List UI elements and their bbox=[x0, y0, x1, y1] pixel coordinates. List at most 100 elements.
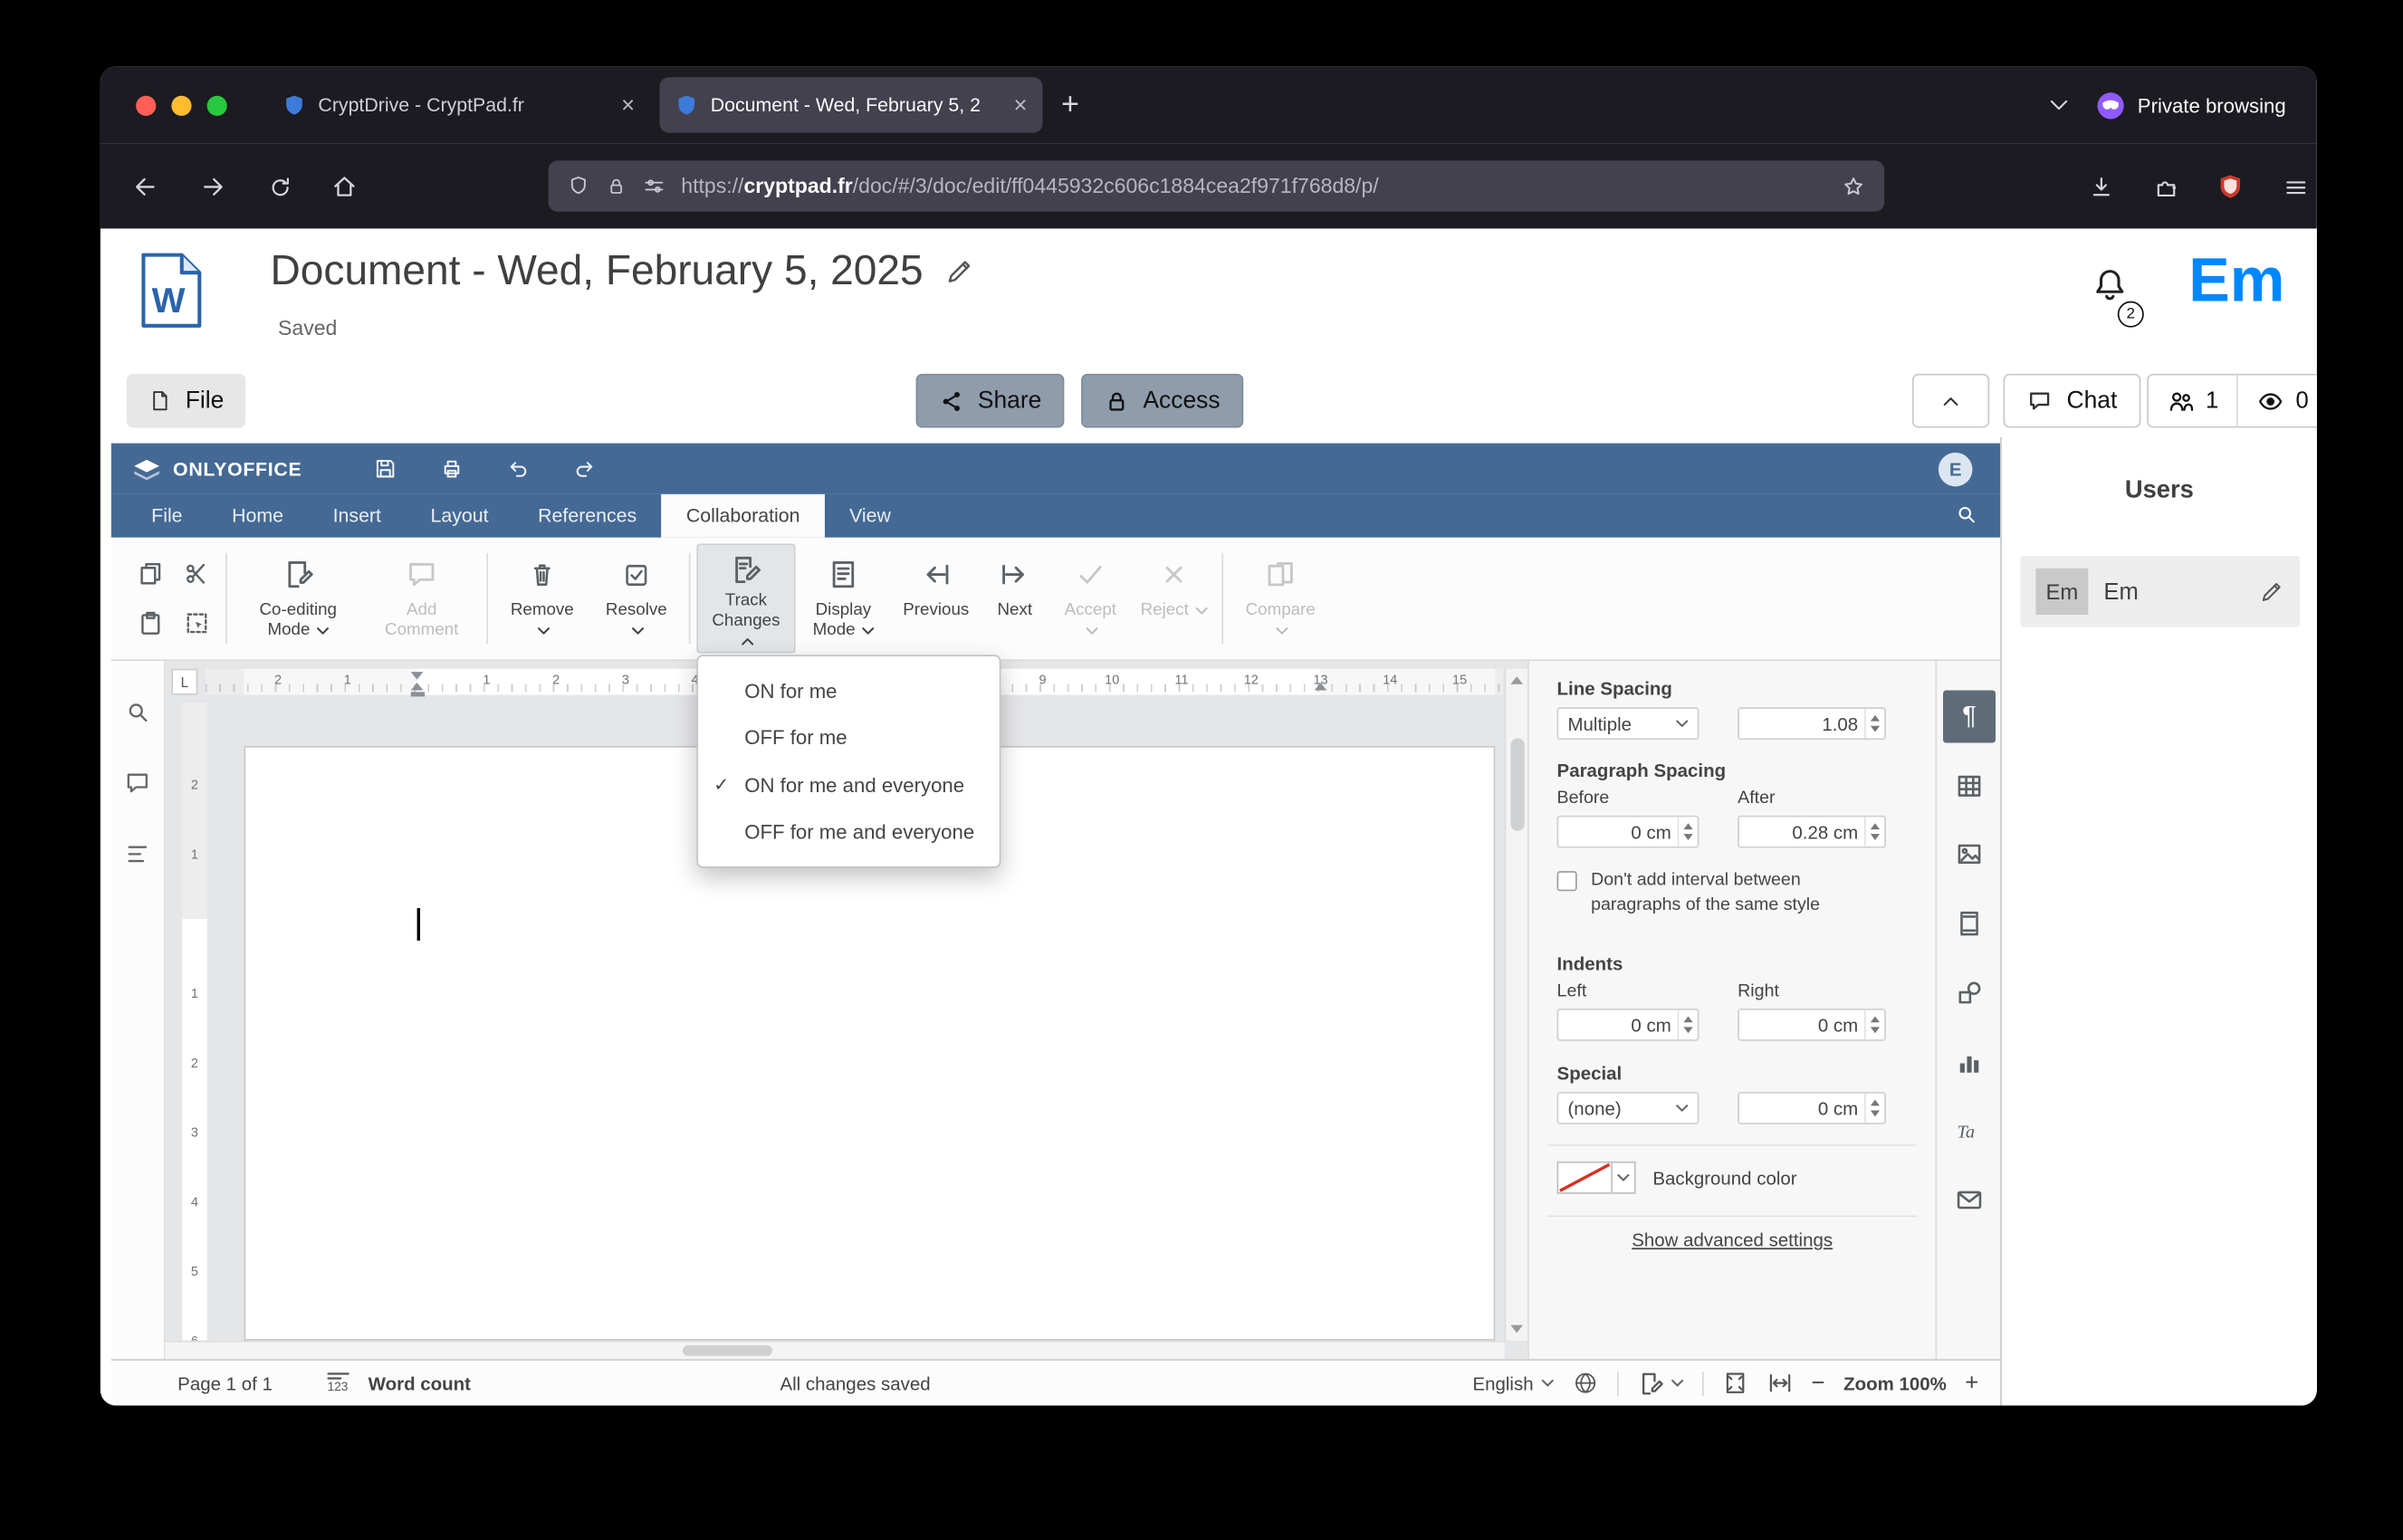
downloads-button[interactable] bbox=[2077, 164, 2123, 210]
tab-file[interactable]: File bbox=[127, 494, 207, 538]
tab-view[interactable]: View bbox=[825, 494, 915, 538]
spinner-arrows[interactable] bbox=[1864, 1009, 1884, 1040]
menu-button[interactable] bbox=[2272, 164, 2316, 210]
menu-item-off-for-me[interactable]: ✓ OFF for me bbox=[698, 714, 1000, 761]
table-settings-icon[interactable] bbox=[1943, 760, 1996, 812]
menu-item-on-for-everyone[interactable]: ✓ ON for me and everyone bbox=[698, 761, 1000, 808]
forward-button[interactable] bbox=[190, 164, 236, 210]
page-indicator[interactable]: Page 1 of 1 bbox=[177, 1373, 273, 1394]
tracking-shield-icon[interactable] bbox=[567, 175, 590, 198]
mail-merge-settings-icon[interactable] bbox=[1943, 1173, 1996, 1226]
tab-insert[interactable]: Insert bbox=[308, 494, 406, 538]
chat-button[interactable]: Chat bbox=[2003, 373, 2140, 428]
zoom-in-button[interactable]: + bbox=[1965, 1372, 1978, 1395]
comments-icon[interactable] bbox=[123, 770, 151, 798]
no-interval-checkbox[interactable] bbox=[1556, 871, 1577, 892]
spacing-after-spinner[interactable]: 0.28 cm bbox=[1738, 815, 1886, 848]
vertical-scrollbar[interactable] bbox=[1504, 668, 1528, 1341]
spinner-arrows[interactable] bbox=[1864, 817, 1884, 847]
paragraph-settings-icon[interactable]: ¶ bbox=[1943, 690, 1996, 743]
close-tab-icon[interactable]: × bbox=[621, 93, 635, 117]
document-title[interactable]: Document - Wed, February 5, 2025 bbox=[271, 247, 924, 295]
shape-settings-icon[interactable] bbox=[1943, 967, 1996, 1019]
bookmark-star-icon[interactable] bbox=[1841, 174, 1865, 198]
word-count-label[interactable]: Word count bbox=[369, 1373, 471, 1394]
tab-cryptdrive[interactable]: CryptDrive - CryptPad.fr × bbox=[267, 77, 650, 132]
compare-button[interactable]: Compare bbox=[1230, 543, 1332, 653]
cut-button[interactable] bbox=[181, 560, 210, 588]
print-button[interactable] bbox=[439, 455, 465, 482]
ublock-origin-button[interactable] bbox=[2207, 164, 2254, 210]
vertical-scroll-thumb[interactable] bbox=[1510, 738, 1525, 831]
spacing-before-spinner[interactable]: 0 cm bbox=[1556, 815, 1699, 848]
first-line-indent-marker[interactable] bbox=[410, 672, 424, 680]
scroll-down-arrow[interactable] bbox=[1510, 1325, 1524, 1334]
vertical-ruler[interactable]: 21123456 bbox=[182, 703, 207, 1348]
copy-button[interactable] bbox=[135, 560, 164, 588]
new-tab-button[interactable]: + bbox=[1061, 90, 1079, 120]
spinner-arrows[interactable] bbox=[1677, 1009, 1698, 1040]
line-spacing-spinner[interactable]: 1.08 bbox=[1738, 707, 1886, 741]
background-color-swatch[interactable] bbox=[1556, 1161, 1613, 1194]
permissions-icon[interactable] bbox=[643, 175, 666, 198]
line-spacing-select[interactable]: Multiple bbox=[1556, 707, 1699, 741]
paste-button[interactable] bbox=[135, 608, 164, 637]
zoom-window-button[interactable] bbox=[206, 94, 227, 116]
share-button[interactable]: Share bbox=[915, 373, 1066, 428]
list-all-tabs-icon[interactable] bbox=[2046, 92, 2071, 117]
chart-settings-icon[interactable] bbox=[1943, 1037, 1996, 1089]
navigation-headings-icon[interactable] bbox=[123, 840, 151, 868]
accept-button[interactable]: Accept bbox=[1048, 543, 1132, 653]
edit-name-pencil-icon[interactable] bbox=[2260, 579, 2284, 604]
fit-page-button[interactable] bbox=[1722, 1370, 1748, 1396]
tab-stop-selector[interactable]: L bbox=[171, 668, 198, 695]
tab-references[interactable]: References bbox=[513, 494, 662, 538]
tab-layout[interactable]: Layout bbox=[406, 494, 513, 538]
right-indent-marker[interactable] bbox=[1314, 683, 1327, 691]
spinner-arrows[interactable] bbox=[1864, 1093, 1884, 1124]
next-change-button[interactable]: Next bbox=[981, 543, 1048, 653]
notifications-bell-icon[interactable] bbox=[2090, 265, 2130, 305]
file-button[interactable]: File bbox=[126, 373, 246, 428]
menu-item-off-for-everyone[interactable]: ✓ OFF for me and everyone bbox=[698, 808, 1000, 856]
horizontal-scroll-thumb[interactable] bbox=[683, 1344, 772, 1356]
back-button[interactable] bbox=[122, 164, 168, 210]
remove-button[interactable]: Remove bbox=[494, 543, 590, 653]
left-indent-marker[interactable] bbox=[410, 692, 426, 697]
resolve-button[interactable]: Resolve bbox=[590, 543, 683, 653]
url-text[interactable]: https://cryptpad.fr/doc/#/3/doc/edit/ff0… bbox=[681, 175, 1825, 198]
redo-button[interactable] bbox=[572, 455, 598, 482]
display-mode-button[interactable]: Display Mode bbox=[796, 543, 892, 653]
hanging-indent-marker[interactable] bbox=[410, 683, 424, 691]
rename-pencil-icon[interactable] bbox=[945, 256, 974, 285]
url-bar[interactable]: https://cryptpad.fr/doc/#/3/doc/edit/ff0… bbox=[548, 160, 1885, 212]
close-tab-icon[interactable]: × bbox=[1013, 93, 1027, 117]
spellcheck-globe-icon[interactable] bbox=[1572, 1370, 1598, 1396]
extensions-button[interactable] bbox=[2142, 164, 2188, 210]
find-icon[interactable] bbox=[123, 698, 151, 726]
zoom-out-button[interactable]: − bbox=[1812, 1372, 1825, 1395]
track-changes-status-toggle[interactable] bbox=[1637, 1369, 1683, 1397]
special-indent-select[interactable]: (none) bbox=[1556, 1092, 1699, 1124]
reject-button[interactable]: Reject bbox=[1132, 543, 1215, 653]
previous-change-button[interactable]: Previous bbox=[891, 543, 981, 653]
editors-counter[interactable]: 1 bbox=[2149, 376, 2237, 426]
spinner-arrows[interactable] bbox=[1864, 709, 1884, 739]
save-button[interactable] bbox=[373, 455, 399, 482]
fit-width-button[interactable] bbox=[1766, 1370, 1793, 1396]
select-all-button[interactable] bbox=[181, 608, 210, 637]
indent-right-spinner[interactable]: 0 cm bbox=[1738, 1008, 1886, 1041]
header-footer-settings-icon[interactable] bbox=[1943, 897, 1996, 950]
search-icon[interactable] bbox=[1954, 502, 1978, 526]
background-color-dropdown[interactable] bbox=[1612, 1161, 1636, 1194]
zoom-level[interactable]: Zoom 100% bbox=[1843, 1373, 1947, 1394]
reload-button[interactable] bbox=[256, 164, 302, 210]
editor-user-avatar[interactable]: E bbox=[1938, 451, 1973, 486]
track-changes-button[interactable]: Track Changes bbox=[696, 543, 796, 654]
tab-collaboration[interactable]: Collaboration bbox=[661, 493, 825, 538]
tab-home[interactable]: Home bbox=[207, 494, 308, 538]
collapse-toolbar-button[interactable] bbox=[1911, 373, 1990, 428]
user-list-item[interactable]: Em Em bbox=[2020, 556, 2301, 627]
language-selector[interactable]: English bbox=[1472, 1373, 1554, 1394]
spinner-arrows[interactable] bbox=[1677, 817, 1698, 847]
